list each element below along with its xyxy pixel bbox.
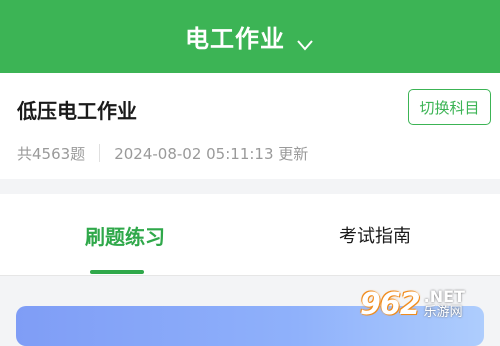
watermark-cn: 乐游网 bbox=[423, 305, 463, 321]
switch-subject-button[interactable]: 切换科目 bbox=[408, 89, 491, 125]
meta-divider bbox=[99, 144, 101, 162]
tab-exam-guide[interactable]: 考试指南 bbox=[250, 194, 500, 276]
question-count: 共4563题 bbox=[17, 144, 86, 163]
watermark-domain: .NET bbox=[423, 287, 465, 307]
chevron-down-icon bbox=[295, 30, 315, 51]
subject-meta: 共4563题 2024-08-02 05:11:13 更新 bbox=[17, 143, 308, 163]
active-tab-indicator bbox=[90, 270, 144, 274]
category-selector[interactable]: 电工作业 bbox=[185, 19, 315, 54]
tab-bar: 刷题练习 考试指南 bbox=[0, 194, 500, 276]
category-title: 电工作业 bbox=[185, 25, 285, 53]
update-time: 2024-08-02 05:11:13 更新 bbox=[114, 144, 309, 163]
subject-title: 低压电工作业 bbox=[17, 99, 137, 123]
subject-card: 低压电工作业 切换科目 共4563题 2024-08-02 05:11:13 更… bbox=[0, 73, 500, 179]
section-gap bbox=[0, 179, 500, 194]
tab-practice[interactable]: 刷题练习 bbox=[0, 194, 250, 276]
watermark-number: 962 bbox=[360, 287, 421, 322]
site-watermark: 962 .NET 乐游网 bbox=[360, 279, 500, 330]
top-bar: 电工作业 bbox=[0, 0, 500, 73]
